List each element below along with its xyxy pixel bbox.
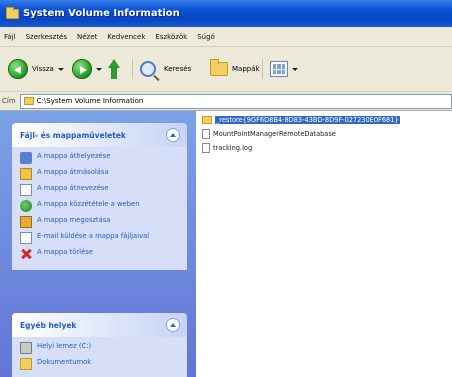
file-name: _restore{9GF6D8B4-8D83-43BD-8D9F-027230E… xyxy=(215,115,400,124)
folder-icon xyxy=(6,6,19,19)
address-label: Cím xyxy=(2,97,16,105)
file-tasks-panel: Fájl- és mappaműveletek A mappa áthelyez… xyxy=(12,123,187,270)
up-folder-icon xyxy=(108,59,124,79)
task-copy-folder[interactable]: A mappa átmásolása xyxy=(20,168,179,180)
place-label: Dokumentumok xyxy=(37,358,92,366)
task-label: A mappa közzététele a weben xyxy=(37,200,140,208)
task-delete-folder[interactable]: A mappa törlése xyxy=(20,248,179,260)
back-arrow-icon xyxy=(8,59,28,79)
other-places-panel: Egyéb helyek Helyi lemez (C:) Dokumentum… xyxy=(12,313,187,377)
task-share-folder[interactable]: A mappa megosztása xyxy=(20,216,179,228)
task-label: A mappa megosztása xyxy=(37,216,111,224)
delete-icon xyxy=(20,248,32,260)
menu-favorites[interactable]: Kedvencek xyxy=(107,33,145,41)
title-bar[interactable]: System Volume Information xyxy=(0,0,452,27)
task-publish-web[interactable]: A mappa közzététele a weben xyxy=(20,200,179,212)
task-label: A mappa átmásolása xyxy=(37,168,109,176)
rename-icon xyxy=(20,184,32,196)
globe-icon xyxy=(20,200,32,212)
collapse-icon[interactable] xyxy=(166,128,180,142)
move-folder-icon xyxy=(20,152,32,164)
copy-folder-icon xyxy=(20,168,32,180)
task-rename-folder[interactable]: A mappa átnevezése xyxy=(20,184,179,196)
place-documents[interactable]: Dokumentumok xyxy=(20,358,179,370)
menu-edit[interactable]: Szerkesztés xyxy=(26,33,67,41)
task-label: E-mail küldése a mappa fájljaival xyxy=(37,232,150,240)
menu-tools[interactable]: Eszközök xyxy=(155,33,187,41)
file-item-mountpoint-db[interactable]: MountPointManagerRemoteDatabase xyxy=(202,128,336,139)
task-move-folder[interactable]: A mappa áthelyezése xyxy=(20,152,179,164)
up-button[interactable] xyxy=(108,57,124,81)
file-item-restore-folder[interactable]: _restore{9GF6D8B4-8D83-43BD-8D9F-027230E… xyxy=(202,114,400,125)
place-local-disk[interactable]: Helyi lemez (C:) xyxy=(20,342,179,354)
back-button[interactable]: Vissza xyxy=(8,57,64,81)
menu-view[interactable]: Nézet xyxy=(77,33,97,41)
chevron-down-icon[interactable] xyxy=(96,67,102,71)
address-bar: Cím C:\System Volume Information xyxy=(0,92,452,111)
views-icon xyxy=(270,61,288,77)
task-email-files[interactable]: E-mail küldése a mappa fájljaival xyxy=(20,232,179,244)
toolbar: Vissza Keresés Mappák xyxy=(0,47,452,92)
search-icon xyxy=(140,61,156,77)
file-list[interactable]: _restore{9GF6D8B4-8D83-43BD-8D9F-027230E… xyxy=(196,111,452,377)
folders-button[interactable]: Mappák xyxy=(210,57,260,81)
task-label: A mappa áthelyezése xyxy=(37,152,111,160)
folder-icon xyxy=(202,115,212,124)
email-icon xyxy=(20,232,32,244)
forward-arrow-icon xyxy=(72,59,92,79)
place-label: Helyi lemez (C:) xyxy=(37,342,92,350)
other-places-header[interactable]: Egyéb helyek xyxy=(12,313,187,337)
file-icon xyxy=(202,128,210,139)
menu-help[interactable]: Súgó xyxy=(197,33,215,41)
back-label: Vissza xyxy=(32,65,54,73)
task-label: A mappa törlése xyxy=(37,248,93,256)
file-tasks-title: Fájl- és mappaműveletek xyxy=(20,130,126,140)
folder-icon xyxy=(210,59,228,76)
drive-icon xyxy=(20,342,32,354)
file-icon xyxy=(202,142,210,153)
forward-button[interactable] xyxy=(72,57,102,81)
folders-label: Mappák xyxy=(232,65,260,73)
chevron-down-icon[interactable] xyxy=(292,67,298,71)
file-name: MountPointManagerRemoteDatabase xyxy=(213,129,336,138)
menu-file[interactable]: Fájl xyxy=(4,33,16,41)
file-name: tracking.log xyxy=(213,143,253,152)
views-button[interactable] xyxy=(270,57,298,81)
folder-icon xyxy=(23,97,34,105)
documents-folder-icon xyxy=(20,358,32,370)
collapse-icon[interactable] xyxy=(166,318,180,332)
address-field[interactable]: C:\System Volume Information xyxy=(19,93,452,109)
other-places-title: Egyéb helyek xyxy=(20,320,77,330)
toolbar-separator xyxy=(132,59,133,79)
search-button[interactable]: Keresés xyxy=(140,57,191,81)
task-pane: Fájl- és mappaműveletek A mappa áthelyez… xyxy=(0,111,196,377)
address-path: C:\System Volume Information xyxy=(36,97,144,105)
file-tasks-header[interactable]: Fájl- és mappaműveletek xyxy=(12,123,187,147)
share-folder-icon xyxy=(20,216,32,228)
task-label: A mappa átnevezése xyxy=(37,184,109,192)
toolbar-separator xyxy=(262,59,263,79)
window-title: System Volume Information xyxy=(23,8,180,19)
chevron-down-icon[interactable] xyxy=(57,67,64,71)
search-label: Keresés xyxy=(164,65,192,73)
menu-bar: Fájl Szerkesztés Nézet Kedvencek Eszközö… xyxy=(0,27,452,47)
file-item-tracking-log[interactable]: tracking.log xyxy=(202,142,252,153)
